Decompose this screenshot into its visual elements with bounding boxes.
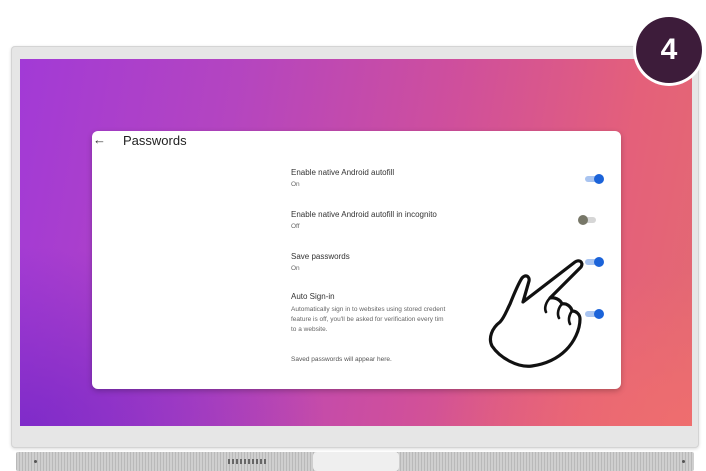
- arrow-left-icon[interactable]: ←: [93, 133, 107, 147]
- setting-status: Off: [291, 223, 300, 230]
- display-bottom-bar-indicator: [228, 459, 268, 464]
- setting-title: Save passwords: [291, 252, 350, 261]
- pointing-hand-icon: [488, 259, 584, 368]
- display-bottom-dot: [34, 460, 37, 463]
- android-autofill-incognito-toggle[interactable]: [578, 214, 598, 226]
- setting-title: Enable native Android autofill in incogn…: [291, 210, 437, 219]
- empty-passwords-message: Saved passwords will appear here.: [291, 356, 392, 363]
- setting-description: feature is off, you'll be asked for veri…: [291, 316, 444, 323]
- setting-description: Automatically sign in to websites using …: [291, 306, 446, 313]
- setting-title: Auto Sign-in: [291, 292, 335, 301]
- setting-status: On: [291, 265, 300, 272]
- setting-description: to a website.: [291, 326, 328, 333]
- setting-status: On: [291, 181, 300, 188]
- display-bottom-bar-center: [313, 452, 399, 471]
- page-title: Passwords: [123, 133, 187, 148]
- step-badge: 4: [636, 17, 702, 83]
- setting-title: Enable native Android autofill: [291, 168, 395, 177]
- display-bottom-dot: [682, 460, 685, 463]
- android-autofill-toggle[interactable]: [584, 173, 604, 185]
